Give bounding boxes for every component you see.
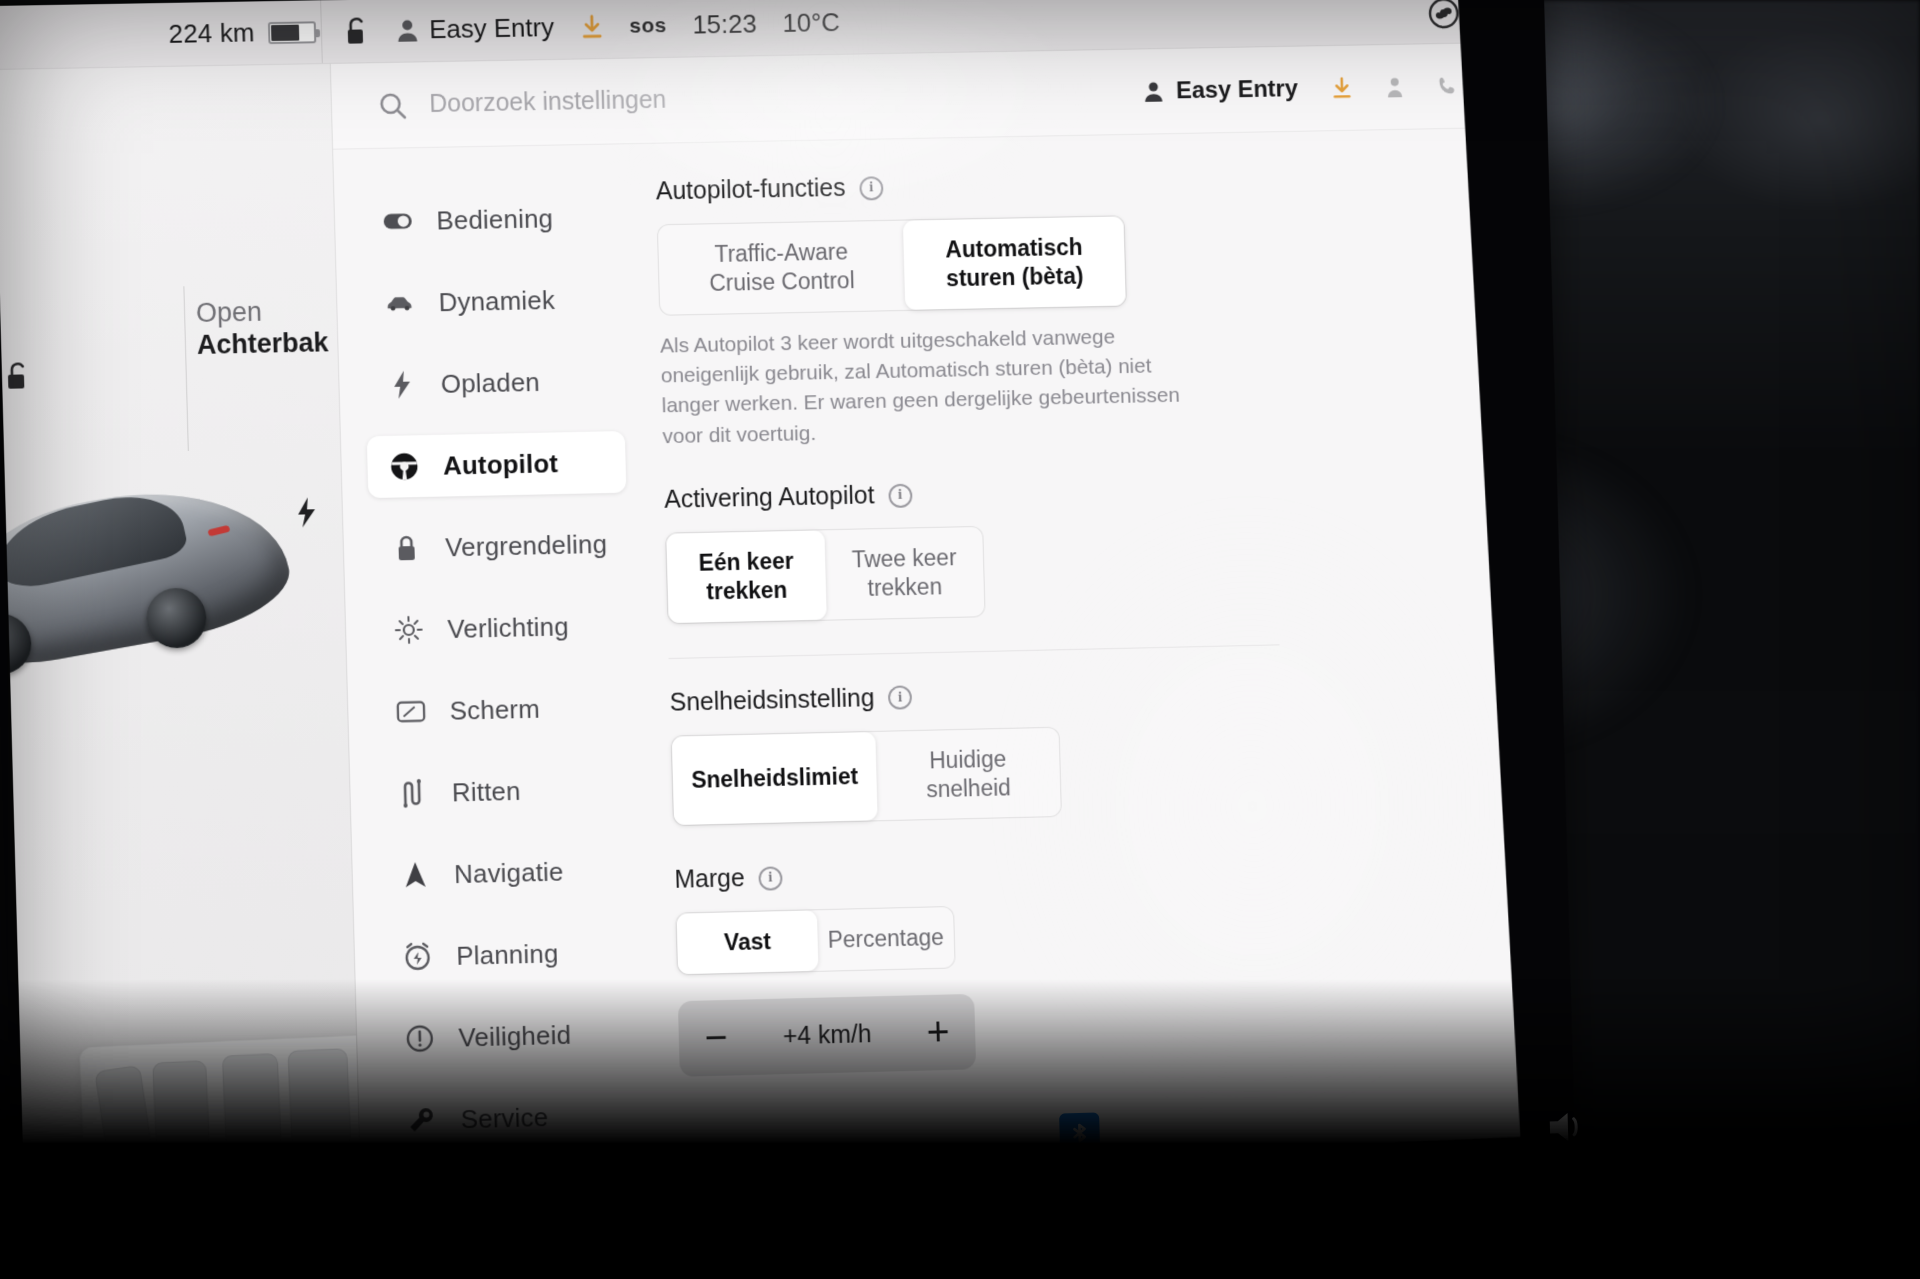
driver-profile-name: Easy Entry: [428, 12, 555, 45]
sidebar-item-opladen[interactable]: Opladen: [365, 349, 625, 416]
sidebar-item-label: Scherm: [449, 693, 541, 726]
option-huidige-snelheid[interactable]: Huidige snelheid: [875, 727, 1061, 820]
sidebar-item-navigatie[interactable]: Navigatie: [378, 839, 638, 907]
temperature-readout[interactable]: 10°C: [782, 7, 840, 39]
alarm-clock-icon: [402, 942, 433, 973]
display-icon: [396, 698, 427, 725]
option-vast[interactable]: Vast: [676, 910, 819, 975]
trunk-action-target: Achterbak: [196, 327, 329, 360]
divider: [668, 644, 1280, 659]
section-title-autopilot-features: Autopilot-functies i: [656, 161, 1511, 206]
section-title-speed-setting: Snelheidsinstelling i: [669, 669, 1524, 717]
option-twee-keer-trekken[interactable]: Twee keer trekken: [824, 527, 984, 619]
divider: [183, 286, 189, 452]
sidebar-item-label: Ritten: [451, 775, 521, 807]
range-readout: 224 km: [168, 17, 256, 49]
navigation-arrow-icon: [400, 860, 431, 891]
section-label: Autopilot-functies: [655, 173, 846, 206]
info-icon[interactable]: i: [859, 175, 884, 201]
sidebar-item-label: Navigatie: [453, 856, 564, 889]
photo-scene: 224 km Easy Entry sos 15:23 10°C Open Ac…: [0, 0, 1920, 1279]
autopilot-features-segmented-control[interactable]: Traffic-Aware Cruise Control Automatisch…: [656, 215, 1127, 316]
section-title-margin: Marge i: [674, 846, 1529, 895]
driver-profile-button[interactable]: Easy Entry: [395, 12, 554, 46]
clock-readout: 15:23: [691, 8, 758, 40]
autopilot-activation-segmented-control[interactable]: Eén keer trekken Twee keer trekken: [665, 526, 986, 624]
toggle-switch-icon: [383, 211, 413, 232]
search-input[interactable]: Doorzoek instellingen: [429, 86, 667, 119]
option-percentage[interactable]: Percentage: [817, 907, 955, 971]
sidebar-item-label: Planning: [455, 937, 559, 971]
sidebar-item-label: Verlichting: [447, 610, 570, 644]
option-een-keer-trekken[interactable]: Eén keer trekken: [666, 530, 827, 623]
photo-bottom-shadow: [0, 979, 1920, 1279]
download-arrow-icon[interactable]: [1331, 75, 1353, 101]
autopilot-features-help-text: Als Autopilot 3 keer wordt uitgeschakeld…: [659, 325, 1181, 448]
option-automatisch-sturen[interactable]: Automatisch sturen (bèta): [902, 216, 1126, 310]
sidebar-item-label: Vergrendeling: [444, 528, 608, 562]
person-icon: [395, 17, 420, 43]
battery-icon: [268, 20, 317, 44]
option-snelheidslimiet[interactable]: Snelheidslimiet: [671, 731, 878, 826]
sidebar-item-label: Bediening: [436, 202, 554, 235]
trunk-action-label[interactable]: Open Achterbak: [196, 295, 329, 361]
profile-button[interactable]: Easy Entry: [1142, 75, 1298, 106]
download-arrow-icon[interactable]: [579, 13, 604, 41]
sidebar-item-scherm[interactable]: Scherm: [373, 676, 633, 744]
charge-bolt-icon: [387, 369, 418, 400]
margin-segmented-control[interactable]: Vast Percentage: [675, 906, 956, 976]
sidebar-item-dynamiek[interactable]: Dynamiek: [362, 268, 622, 335]
section-label: Marge: [674, 864, 746, 895]
sos-button[interactable]: sos: [629, 14, 667, 39]
car-icon: [385, 293, 415, 314]
car-illustration[interactable]: [0, 434, 311, 741]
info-icon[interactable]: i: [887, 483, 913, 508]
trunk-action-verb: Open: [195, 296, 263, 328]
steering-wheel-icon: [389, 449, 420, 484]
section-label: Snelheidsinstelling: [669, 683, 875, 717]
option-traffic-aware-cruise-control[interactable]: Traffic-Aware Cruise Control: [658, 221, 905, 315]
info-icon[interactable]: i: [887, 685, 913, 710]
sidebar-item-bediening[interactable]: Bediening: [360, 186, 620, 253]
section-label: Activering Autopilot: [663, 481, 875, 515]
person-icon: [1142, 79, 1164, 103]
search-bar[interactable]: Doorzoek instellingen: [377, 77, 1143, 121]
info-icon[interactable]: i: [758, 866, 783, 891]
sidebar-item-ritten[interactable]: Ritten: [376, 757, 636, 825]
sidebar-item-vergrendeling[interactable]: Vergrendeling: [369, 513, 629, 580]
section-title-autopilot-activation: Activering Autopilot i: [664, 468, 1519, 515]
person-small-icon[interactable]: [1386, 75, 1404, 99]
fan-icon[interactable]: [1427, 0, 1461, 30]
search-icon: [377, 90, 408, 120]
lock-icon: [391, 533, 422, 564]
open-padlock-icon[interactable]: [4, 359, 35, 399]
sidebar-item-label: Autopilot: [442, 447, 559, 481]
status-bar-left: 224 km: [0, 0, 323, 69]
brightness-sun-icon: [393, 615, 424, 646]
sidebar-item-label: Dynamiek: [438, 284, 556, 317]
sidebar-item-label: Opladen: [440, 366, 541, 399]
trips-road-icon: [398, 778, 429, 809]
speed-setting-segmented-control[interactable]: Snelheidslimiet Huidige snelheid: [670, 726, 1062, 827]
sidebar-item-verlichting[interactable]: Verlichting: [371, 594, 631, 661]
sidebar-item-autopilot[interactable]: Autopilot: [366, 430, 627, 499]
phone-icon[interactable]: [1437, 74, 1455, 98]
unlock-icon[interactable]: [343, 16, 370, 46]
profile-name: Easy Entry: [1175, 74, 1299, 104]
settings-header-actions: Easy Entry: [1142, 71, 1517, 106]
